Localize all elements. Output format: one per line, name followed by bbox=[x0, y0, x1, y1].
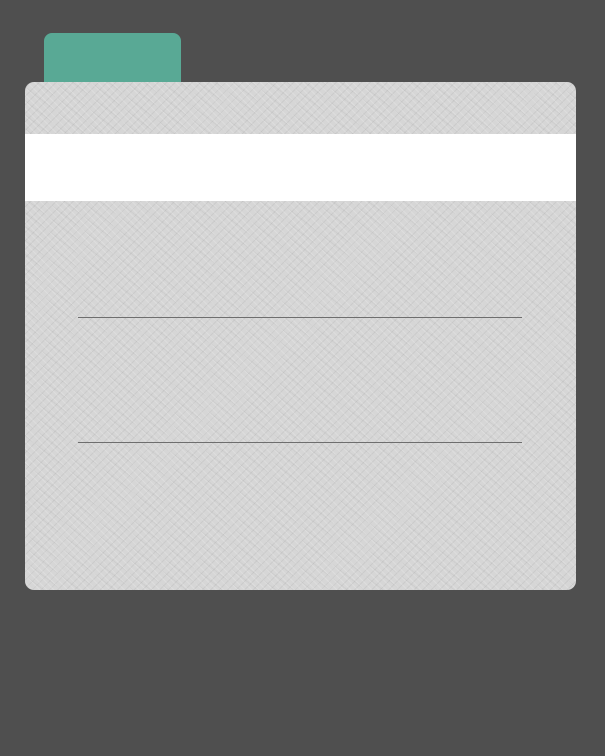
folder-card bbox=[25, 82, 576, 590]
header-band bbox=[25, 134, 576, 201]
page: { "window": { "background_color": "#4f4f… bbox=[0, 0, 605, 756]
separator-line-2 bbox=[78, 442, 522, 443]
separator-line-1 bbox=[78, 317, 522, 318]
